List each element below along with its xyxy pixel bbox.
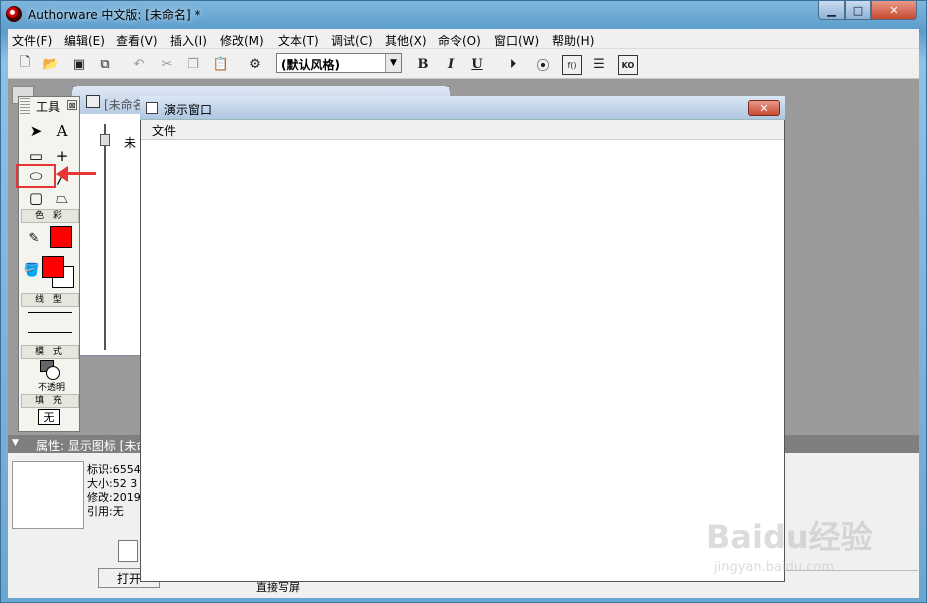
menu-view[interactable]: 查看(V) (116, 32, 158, 49)
fill-header: 填 充 (21, 394, 79, 408)
menu-modify[interactable]: 修改(M) (220, 32, 264, 49)
watermark-sub: jingyan.baidu.com (714, 560, 834, 575)
ellipse-tool-highlight (16, 164, 56, 188)
foreground-color-swatch[interactable] (42, 256, 64, 278)
save-all-icon[interactable]: ▣ (70, 55, 88, 73)
text-style-select[interactable]: (默认风格) ▼ (276, 53, 402, 73)
menu-debug[interactable]: 调试(C) (331, 32, 373, 49)
close-button[interactable]: ✕ (871, 1, 917, 20)
menu-help[interactable]: 帮助(H) (552, 32, 594, 49)
collapse-icon[interactable]: ▼ (12, 438, 19, 448)
presentation-window-icon (146, 102, 158, 114)
pointer-tool-icon[interactable]: ➤ (24, 121, 48, 141)
design-window-icon (86, 95, 100, 108)
title-bar: Authorware 中文版: [未命名] * ▁ □ ✕ (0, 0, 927, 28)
opaque-mode-icon[interactable] (40, 360, 62, 382)
pencil-icon: ✎ (28, 230, 40, 246)
import-icon[interactable]: ⧉ (96, 55, 114, 73)
knowledge-objects-button[interactable]: KO (618, 55, 638, 75)
properties-title: 属性: 显示图标 [未命 (36, 439, 149, 453)
baidu-watermark: Baidu经验 jingyan.baidu.com (706, 510, 896, 582)
menu-window[interactable]: 窗口(W) (494, 32, 539, 49)
menu-file[interactable]: 文件(F) (12, 32, 52, 49)
rounded-rect-tool-icon[interactable]: ▢ (24, 188, 48, 208)
new-file-icon[interactable]: 🗋 (16, 55, 34, 73)
functions-button[interactable]: f() (562, 55, 582, 75)
flowline[interactable] (104, 124, 106, 350)
color-header: 色 彩 (21, 209, 79, 223)
watermark-main: Baidu经验 (706, 518, 873, 556)
annotation-arrow-head-icon (56, 166, 68, 182)
icon-preview (12, 461, 84, 529)
authorware-logo-icon (6, 6, 22, 22)
text-tool-icon[interactable]: A (50, 121, 74, 141)
menu-text[interactable]: 文本(T) (278, 32, 319, 49)
presentation-menu-file[interactable]: 文件 (152, 122, 176, 139)
maximize-button[interactable]: □ (845, 1, 871, 20)
window-title: Authorware 中文版: [未命名] * (28, 8, 201, 22)
mode-label: 不透明 (38, 383, 66, 393)
italic-button[interactable]: I (442, 55, 460, 73)
presentation-titlebar[interactable] (140, 96, 785, 120)
mode-header: 模 式 (21, 345, 79, 359)
display-icon-button[interactable] (118, 540, 138, 562)
find-icon[interactable]: ⚙ (246, 55, 264, 73)
design-window-title: [未命名 (104, 98, 145, 112)
rectangle-tool-icon[interactable]: ▭ (24, 146, 48, 166)
chevron-down-icon[interactable]: ▼ (385, 54, 401, 72)
underline-button[interactable]: U (468, 55, 486, 73)
restart-icon[interactable]: ⏵ (504, 55, 522, 73)
polygon-tool-icon[interactable]: ⏢ (50, 188, 74, 208)
line-header: 线 型 (21, 293, 79, 307)
line-color-swatch[interactable] (50, 226, 72, 248)
copy-icon[interactable]: ❐ (184, 55, 202, 73)
menu-edit[interactable]: 编辑(E) (64, 32, 105, 49)
toolbar: 🗋 📂 ▣ ⧉ ↶ ✂ ❐ 📋 ⚙ B I U ⏵ ⦿ f() ☰ KO (8, 49, 919, 79)
cut-icon[interactable]: ✂ (158, 55, 176, 73)
menu-other[interactable]: 其他(X) (385, 32, 427, 49)
fill-pattern-button[interactable]: 无 (38, 409, 60, 425)
text-style-value: (默认风格) (281, 58, 340, 72)
display-icon[interactable] (100, 134, 110, 146)
line-style-dotted[interactable] (28, 332, 72, 333)
bold-button[interactable]: B (414, 55, 432, 73)
presentation-menu-bar (141, 120, 784, 140)
tools-title: 工具 (36, 100, 61, 114)
undo-icon[interactable]: ↶ (130, 55, 148, 73)
menu-insert[interactable]: 插入(I) (170, 32, 207, 49)
control-panel-icon[interactable]: ⦿ (534, 55, 552, 74)
open-folder-icon[interactable]: 📂 (42, 55, 60, 73)
line-tool-icon[interactable]: + (50, 146, 74, 166)
prop-ref: 引用:无 (87, 505, 124, 518)
variables-icon[interactable]: ☰ (590, 55, 608, 73)
line-style-thin[interactable] (28, 312, 72, 313)
menu-command[interactable]: 命令(O) (438, 32, 481, 49)
presentation-close-button[interactable]: ✕ (748, 100, 780, 116)
minimize-button[interactable]: ▁ (818, 1, 845, 20)
paste-icon[interactable]: 📋 (212, 55, 230, 73)
presentation-canvas[interactable] (141, 141, 784, 581)
presentation-title: 演示窗口 (164, 103, 213, 117)
tools-close-button[interactable]: ⊠ (67, 100, 77, 110)
flow-icon-label: 未 (124, 136, 137, 150)
menu-bar: 文件(F) 编辑(E) 查看(V) 插入(I) 修改(M) 文本(T) 调试(C… (8, 29, 919, 49)
paint-bucket-icon: 🪣 (23, 262, 41, 278)
drag-handle-icon[interactable] (20, 98, 30, 114)
